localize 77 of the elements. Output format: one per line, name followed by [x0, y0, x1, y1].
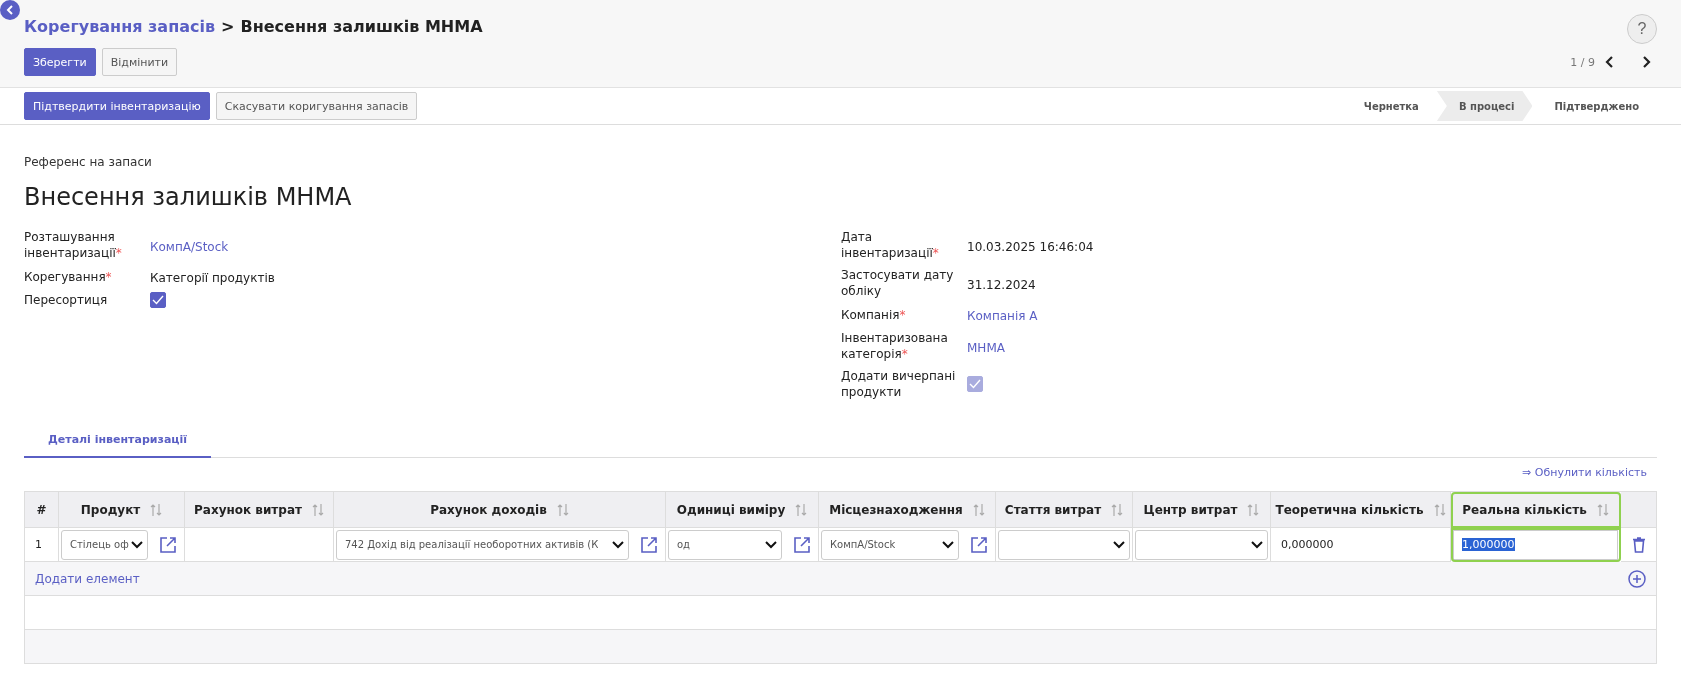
- field-label: Застосувати дату обліку: [841, 267, 955, 299]
- chevron-down-icon: [1113, 540, 1125, 549]
- column-header[interactable]: Центр витрат: [1133, 492, 1271, 528]
- page-title: Внесення залишків МНМА: [240, 16, 483, 36]
- external-link-icon[interactable]: [160, 536, 176, 553]
- checkmark-icon: [152, 295, 164, 305]
- previous-button[interactable]: [1605, 56, 1615, 68]
- add-line-link[interactable]: Додати елемент: [35, 571, 140, 586]
- pager-counter: 1 / 9: [1570, 55, 1595, 69]
- sort-icon: [556, 502, 569, 517]
- cancel-button[interactable]: Скасувати коригування запасів: [215, 92, 418, 120]
- column-header[interactable]: Реальна кількість: [1451, 492, 1621, 528]
- sort-icon: [150, 502, 163, 517]
- tab[interactable]: Деталі інвентаризації: [24, 423, 211, 458]
- next-button[interactable]: [1641, 56, 1651, 68]
- table-cell-text: 1: [34, 538, 42, 551]
- chevron-left-icon: [6, 5, 14, 15]
- field-label: Додати вичерпані продукти: [841, 368, 957, 400]
- chevron-down-icon: [612, 540, 624, 549]
- sort-icon: [795, 502, 808, 517]
- chevron-down-icon: [765, 540, 777, 549]
- dropdown-field[interactable]: [998, 529, 1130, 560]
- breadcrumb-link[interactable]: Корегування запасів: [24, 16, 216, 36]
- column-header[interactable]: Місцезнаходження: [819, 492, 996, 528]
- sort-icon: [1111, 502, 1124, 517]
- field-label: Пересортиця: [24, 292, 109, 308]
- chevron-down-icon: [942, 540, 954, 549]
- field-label: Інвентаризована категорія*: [841, 330, 949, 362]
- status-step[interactable]: В процесі: [1436, 91, 1533, 121]
- discard-button[interactable]: Відмінити: [101, 48, 178, 76]
- column-header[interactable]: Рахунок доходів: [334, 492, 666, 528]
- field-link[interactable]: КомпА/Stock: [150, 239, 229, 254]
- dropdown-field[interactable]: од: [668, 529, 782, 560]
- sort-icon: [972, 502, 985, 517]
- sort-icon: [311, 502, 324, 517]
- field-label: Корегування*: [24, 268, 113, 285]
- column-header[interactable]: #: [25, 492, 59, 528]
- sort-icon: [1247, 502, 1260, 517]
- field-link[interactable]: Компанія А: [967, 309, 1038, 323]
- confirm-button[interactable]: Підтвердити інвентаризацію: [24, 92, 210, 120]
- reset-quantity-link[interactable]: ⇒ Обнулити кількість: [1522, 466, 1647, 479]
- chevron-down-icon: [1251, 540, 1263, 549]
- plus-circle-icon[interactable]: [1628, 569, 1646, 588]
- field-label: Компанія*: [841, 306, 907, 323]
- breadcrumb-separator: >: [221, 16, 235, 36]
- sort-icon: [1433, 502, 1446, 517]
- checkbox[interactable]: [150, 292, 166, 308]
- chevron-right-icon: [1641, 56, 1651, 68]
- save-button[interactable]: Зберегти: [24, 48, 96, 76]
- field-value: Категорії продуктів: [150, 271, 275, 285]
- dropdown-field[interactable]: [1135, 529, 1268, 560]
- sort-icon: [1596, 502, 1609, 517]
- record-title: Внесення залишків МНМА: [24, 183, 353, 211]
- trash-icon[interactable]: [1632, 536, 1645, 553]
- chevron-down-icon: [131, 540, 143, 549]
- back-button[interactable]: [0, 0, 20, 20]
- column-header[interactable]: Теоретична кількість: [1271, 492, 1451, 528]
- column-header[interactable]: Стаття витрат: [996, 492, 1133, 528]
- field-label: Дата інвентаризації*: [841, 229, 940, 261]
- dropdown-field[interactable]: 742 Дохід від реалізації необоротних активів (К: [336, 529, 629, 560]
- table-cell-text: 0,000000: [1280, 538, 1334, 551]
- external-link-icon[interactable]: [641, 536, 657, 553]
- chevron-left-icon: [1605, 56, 1615, 68]
- input-field[interactable]: 1,000000: [1453, 529, 1618, 560]
- column-header[interactable]: Продукт: [59, 492, 185, 528]
- dropdown-field[interactable]: Стілець оф: [61, 529, 148, 560]
- field-value: 10.03.2025 16:46:04: [967, 239, 1094, 254]
- column-header[interactable]: Одиниці виміру: [666, 492, 819, 528]
- dropdown-field[interactable]: КомпА/Stock: [821, 529, 959, 560]
- help-button[interactable]: ?: [1627, 14, 1657, 44]
- column-header[interactable]: Рахунок витрат: [185, 492, 334, 528]
- field-value: 31.12.2024: [967, 277, 1036, 292]
- external-link-icon[interactable]: [794, 536, 810, 553]
- field-label: Референс на запаси: [24, 155, 153, 169]
- external-link-icon[interactable]: [971, 536, 987, 553]
- field-label: Розташування інвентаризації*: [24, 229, 123, 261]
- field-link[interactable]: МНМА: [967, 340, 1005, 355]
